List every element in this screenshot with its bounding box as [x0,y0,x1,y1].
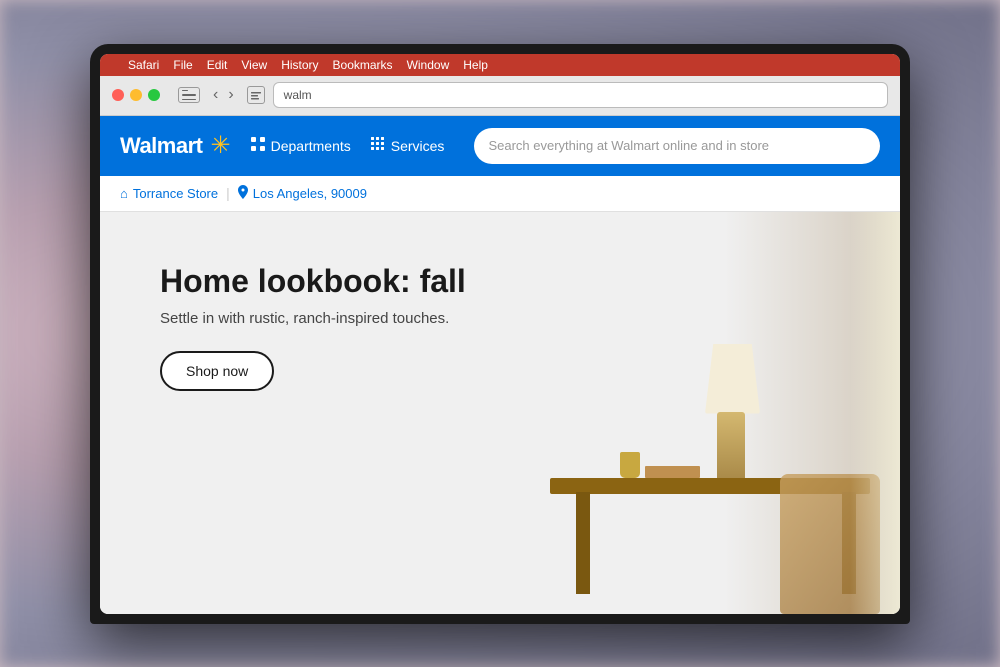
departments-label: Departments [271,138,351,154]
walmart-spark-icon: ✳ [210,131,230,160]
book-decoration [645,466,700,478]
menu-history[interactable]: History [281,58,318,72]
traffic-lights [112,89,160,101]
menu-bookmarks[interactable]: Bookmarks [333,58,393,72]
menu-help[interactable]: Help [463,58,488,72]
city-location-item[interactable]: Los Angeles, 90009 [238,185,367,202]
vase-decoration [620,452,640,478]
services-nav-item[interactable]: Services [371,137,445,154]
hero-subtitle: Settle in with rustic, ranch-inspired to… [160,310,466,327]
pin-icon [238,185,248,202]
sidebar-toggle-button[interactable] [178,87,200,103]
hero-section: Home lookbook: fall Settle in with rusti… [100,212,900,614]
menu-edit[interactable]: Edit [207,58,228,72]
menu-file[interactable]: File [173,58,192,72]
walmart-nav-links: Departments Services [251,137,445,154]
location-separator: | [226,185,230,201]
browser-chrome: ‹ › walm [100,76,900,116]
menu-view[interactable]: View [241,58,267,72]
walmart-nav: Walmart ✳ Departments [100,116,900,176]
macos-menubar: Safari File Edit View History Bookmarks … [100,54,900,76]
minimize-button[interactable] [130,89,142,101]
forward-button[interactable]: › [225,86,236,104]
address-bar[interactable]: walm [273,82,888,108]
store-location-item[interactable]: ⌂ Torrance Store [120,186,218,201]
walmart-logo: Walmart ✳ [120,131,231,160]
services-label: Services [391,138,445,154]
address-text: walm [284,88,312,102]
reader-mode-icon[interactable] [247,86,265,104]
menu-safari[interactable]: Safari [128,58,159,72]
store-name: Torrance Store [133,186,218,201]
departments-grid-icon [251,137,265,154]
browser-content: Walmart ✳ Departments [100,116,900,614]
address-bar-container: walm [247,82,888,108]
hero-image [460,212,900,614]
departments-nav-item[interactable]: Departments [251,137,351,154]
hero-content: Home lookbook: fall Settle in with rusti… [160,262,466,391]
close-button[interactable] [112,89,124,101]
search-placeholder: Search everything at Walmart online and … [488,138,769,153]
hero-title: Home lookbook: fall [160,262,466,300]
window-light [850,212,900,614]
nav-buttons: ‹ › [210,86,237,104]
sidebar-icon [182,90,188,91]
walmart-wordmark: Walmart [120,133,202,159]
menu-window[interactable]: Window [407,58,450,72]
shop-now-button[interactable]: Shop now [160,351,274,391]
sidebar-icon [182,99,196,100]
services-grid-icon [371,137,385,154]
browser-toolbar: ‹ › walm [100,76,900,116]
search-bar[interactable]: Search everything at Walmart online and … [474,128,880,164]
monitor-screen: Safari File Edit View History Bookmarks … [100,54,900,614]
lamp-shade [705,344,760,414]
location-bar: ⌂ Torrance Store | Los Angeles, 90009 [100,176,900,212]
store-icon: ⌂ [120,186,128,201]
back-button[interactable]: ‹ [210,86,221,104]
sidebar-icon [182,94,196,95]
city-name: Los Angeles, 90009 [253,186,367,201]
furniture-scene [460,212,900,614]
monitor-frame: Safari File Edit View History Bookmarks … [90,44,910,624]
maximize-button[interactable] [148,89,160,101]
table-leg-left [576,492,590,594]
